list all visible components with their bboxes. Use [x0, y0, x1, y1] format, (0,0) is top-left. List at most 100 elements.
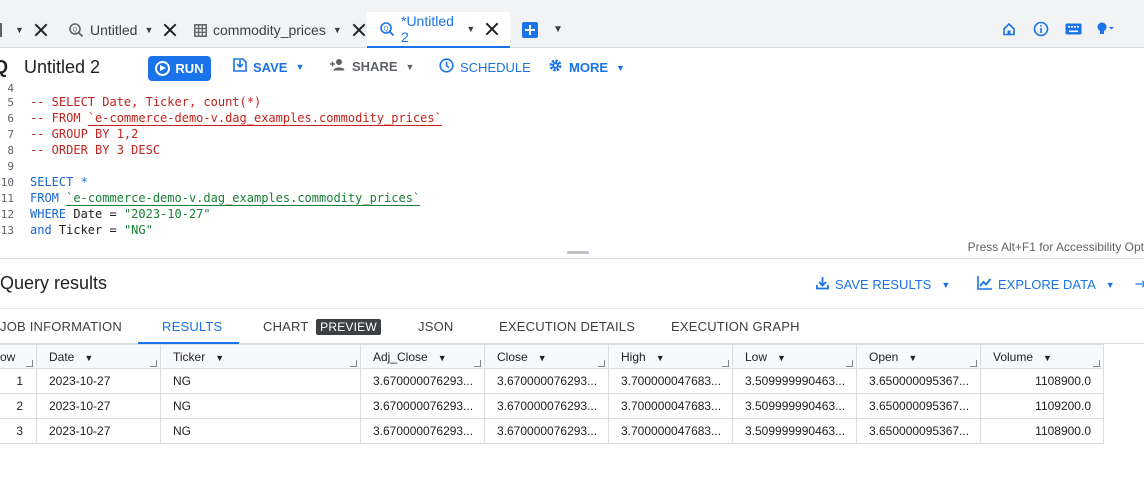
- table-row[interactable]: 2 2023-10-27 NG 3.670000076293... 3.6700…: [0, 394, 1104, 419]
- save-results-button[interactable]: SAVE RESULTS ▼: [816, 276, 950, 293]
- column-resize-handle[interactable]: [1093, 360, 1100, 367]
- table-cell[interactable]: 3.670000076293...: [361, 394, 485, 419]
- table-cell[interactable]: 3.670000076293...: [361, 419, 485, 444]
- close-icon[interactable]: [34, 23, 48, 37]
- share-label: SHARE: [352, 59, 398, 74]
- tab-results[interactable]: RESULTS: [162, 319, 222, 334]
- chevron-down-icon[interactable]: ▼: [144, 25, 153, 35]
- table-cell[interactable]: 3.670000076293...: [485, 369, 609, 394]
- column-header-volume[interactable]: Volume ▼: [981, 345, 1104, 370]
- column-resize-handle[interactable]: [598, 360, 605, 367]
- table-cell[interactable]: NG: [161, 394, 361, 419]
- column-resize-handle[interactable]: [26, 360, 33, 367]
- chevron-down-icon[interactable]: ▼: [908, 353, 917, 363]
- chevron-down-icon[interactable]: ▼: [656, 353, 665, 363]
- tab-execution-graph[interactable]: EXECUTION GRAPH: [671, 319, 800, 334]
- more-button[interactable]: MORE ▼: [548, 58, 625, 77]
- column-header-high[interactable]: High ▼: [609, 345, 733, 370]
- column-resize-handle[interactable]: [846, 360, 853, 367]
- column-header-row[interactable]: ow: [0, 345, 37, 370]
- clock-icon: [439, 58, 454, 77]
- table-cell[interactable]: 3.700000047683...: [609, 419, 733, 444]
- header-label: Low: [745, 350, 768, 364]
- schedule-button[interactable]: SCHEDULE: [439, 58, 531, 77]
- table-cell[interactable]: 3.670000076293...: [485, 394, 609, 419]
- table-cell[interactable]: 3.650000095367...: [857, 369, 981, 394]
- header-label: Ticker: [173, 350, 206, 364]
- table-cell[interactable]: 3.509999990463...: [733, 419, 857, 444]
- table-cell[interactable]: 3.670000076293...: [361, 369, 485, 394]
- table-cell[interactable]: 3.670000076293...: [485, 419, 609, 444]
- home-icon[interactable]: [1000, 20, 1018, 38]
- chevron-down-icon[interactable]: ▼: [15, 25, 24, 35]
- tab-untitled[interactable]: Q Untitled ▼: [68, 12, 177, 48]
- table-cell[interactable]: 3.509999990463...: [733, 394, 857, 419]
- column-header-ticker[interactable]: Ticker ▼: [161, 345, 361, 370]
- column-header-low[interactable]: Low ▼: [733, 345, 857, 370]
- chevron-down-icon[interactable]: ▼: [215, 353, 224, 363]
- table-cell[interactable]: 3.700000047683...: [609, 394, 733, 419]
- table-cell[interactable]: 3.650000095367...: [857, 394, 981, 419]
- column-resize-handle[interactable]: [350, 360, 357, 367]
- table-row[interactable]: 3 2023-10-27 NG 3.670000076293... 3.6700…: [0, 419, 1104, 444]
- tab-chart[interactable]: CHART PREVIEW: [263, 319, 381, 335]
- header-label: Date: [49, 350, 75, 364]
- column-resize-handle[interactable]: [474, 360, 481, 367]
- column-header-close[interactable]: Close ▼: [485, 345, 609, 370]
- chevron-down-icon[interactable]: ▼: [777, 353, 786, 363]
- chevron-down-icon[interactable]: ▼: [1043, 353, 1052, 363]
- close-icon[interactable]: [485, 22, 498, 36]
- tab-execution-details[interactable]: EXECUTION DETAILS: [499, 319, 635, 334]
- save-label: SAVE: [253, 59, 288, 75]
- save-button[interactable]: SAVE ▼: [233, 58, 304, 76]
- column-header-adj-close[interactable]: Adj_Close ▼: [361, 345, 485, 370]
- share-button[interactable]: SHARE ▼: [330, 58, 414, 75]
- table-cell[interactable]: 3.650000095367...: [857, 419, 981, 444]
- table-cell[interactable]: 1108900.0: [981, 369, 1104, 394]
- add-tab-icon[interactable]: [522, 22, 538, 38]
- info-icon[interactable]: [1032, 20, 1050, 38]
- table-header-row: ow Date ▼ Ticker ▼ Adj_Close ▼ Close ▼ High ▼…: [0, 344, 1104, 370]
- column-header-open[interactable]: Open ▼: [857, 345, 981, 370]
- code-keyword: FROM: [30, 191, 59, 205]
- explore-data-button[interactable]: EXPLORE DATA ▼: [977, 276, 1115, 293]
- close-icon[interactable]: [163, 23, 177, 37]
- lightbulb-icon[interactable]: [1096, 20, 1114, 38]
- tab-dataset[interactable]: ▼: [0, 12, 48, 48]
- keyboard-icon[interactable]: [1064, 20, 1082, 38]
- tab-commodity-prices[interactable]: commodity_prices ▼: [194, 12, 366, 48]
- resize-handle[interactable]: [567, 251, 589, 254]
- table-cell[interactable]: 2023-10-27: [37, 369, 161, 394]
- expand-icon[interactable]: ⇥: [1135, 274, 1144, 294]
- close-icon[interactable]: [352, 23, 366, 37]
- table-cell[interactable]: 2023-10-27: [37, 419, 161, 444]
- table-cell[interactable]: 2023-10-27: [37, 394, 161, 419]
- query-title[interactable]: Untitled 2: [24, 57, 100, 78]
- table-cell[interactable]: 1108900.0: [981, 419, 1104, 444]
- chevron-down-icon[interactable]: ▼: [84, 353, 93, 363]
- tab-untitled-2[interactable]: Q *Untitled 2 ▼: [367, 12, 510, 48]
- table-cell[interactable]: NG: [161, 369, 361, 394]
- chevron-down-icon[interactable]: ▼: [466, 24, 475, 34]
- table-cell[interactable]: NG: [161, 419, 361, 444]
- chevron-down-icon[interactable]: ▼: [538, 353, 547, 363]
- column-resize-handle[interactable]: [150, 360, 157, 367]
- save-icon: [233, 58, 247, 76]
- table-cell[interactable]: 3.700000047683...: [609, 369, 733, 394]
- table-row[interactable]: 1 2023-10-27 NG 3.670000076293... 3.6700…: [0, 369, 1104, 394]
- run-button[interactable]: RUN: [148, 56, 211, 81]
- column-resize-handle[interactable]: [722, 360, 729, 367]
- tab-json[interactable]: JSON: [418, 319, 453, 334]
- code-line: WHERE Date = "2023-10-27": [30, 207, 211, 221]
- tab-job-information[interactable]: JOB INFORMATION: [0, 319, 122, 334]
- column-header-date[interactable]: Date ▼: [37, 345, 161, 370]
- chevron-down-icon[interactable]: ▼: [553, 24, 563, 35]
- table-cell[interactable]: 1109200.0: [981, 394, 1104, 419]
- line-number: 10: [0, 176, 14, 189]
- explore-data-label: EXPLORE DATA: [998, 277, 1096, 292]
- sql-editor[interactable]: 4 5 -- SELECT Date, Ticker, count(*) 6 -…: [0, 82, 1144, 238]
- chevron-down-icon[interactable]: ▼: [438, 353, 447, 363]
- chevron-down-icon[interactable]: ▼: [333, 25, 342, 35]
- column-resize-handle[interactable]: [970, 360, 977, 367]
- table-cell[interactable]: 3.509999990463...: [733, 369, 857, 394]
